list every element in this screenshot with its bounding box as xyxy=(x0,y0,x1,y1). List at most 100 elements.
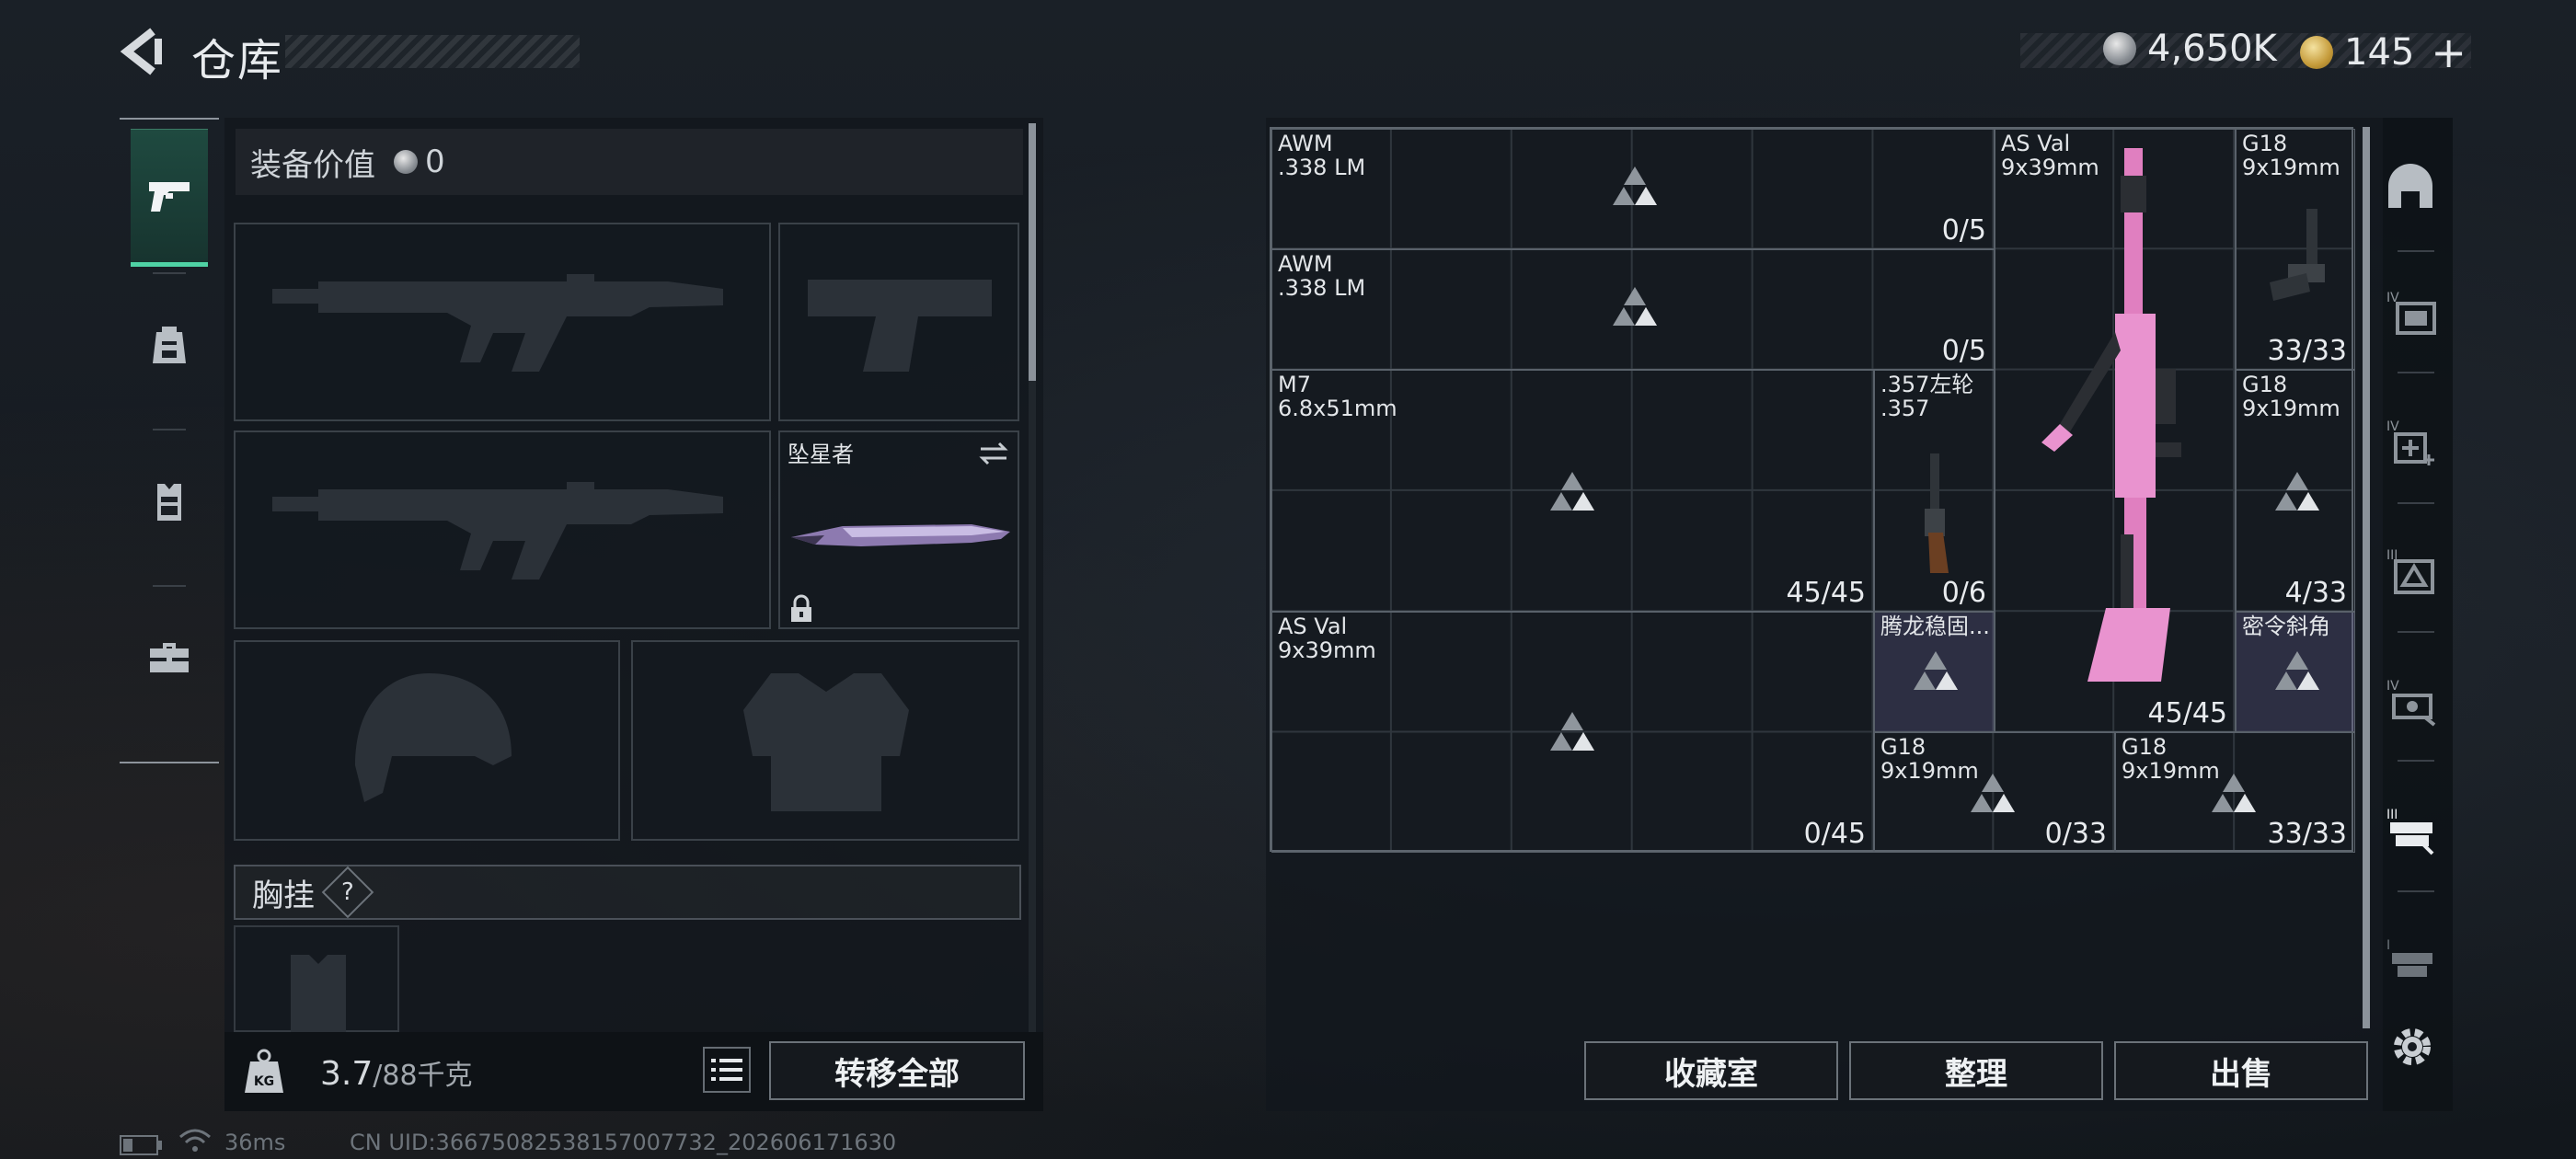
swap-icon[interactable] xyxy=(977,440,1010,467)
tab-toolbox[interactable] xyxy=(131,589,208,727)
equipment-value-label: 装备价值 xyxy=(250,146,375,184)
helmet-silhouette-icon xyxy=(355,673,512,802)
item-count: 33/33 xyxy=(2267,818,2347,850)
storage-item[interactable]: G18 9x19mm 33/33 xyxy=(2115,732,2355,853)
storage-item[interactable]: 密令斜角 xyxy=(2236,612,2355,732)
storage-tab-4-icon[interactable]: IV xyxy=(2385,285,2440,340)
pistol-icon xyxy=(149,182,190,212)
item-name: .357左轮 .357 xyxy=(1880,372,1974,421)
rifle-silhouette-icon xyxy=(272,274,723,372)
item-name: M7 6.8x51mm xyxy=(1278,372,1397,421)
ammo-triangle-icon xyxy=(1550,712,1594,751)
wifi-icon xyxy=(179,1129,211,1152)
knife-image xyxy=(791,524,1010,546)
chest-rig-icon xyxy=(157,484,181,521)
storage-item[interactable]: G18 9x19mm 0/33 xyxy=(1874,732,2115,853)
storage-item[interactable]: 腾龙稳固... xyxy=(1874,612,1995,732)
list-icon xyxy=(711,1059,742,1081)
storage-scrollbar[interactable] xyxy=(2363,127,2370,1028)
add-gold-button[interactable]: + xyxy=(2431,28,2467,77)
item-name: AS Val 9x39mm xyxy=(1278,614,1376,663)
pink-rifle-image xyxy=(2041,148,2181,682)
toolbox-icon xyxy=(150,643,189,672)
storage-item[interactable]: AWM .338 LM 0/5 xyxy=(1271,129,1995,249)
item-count: 45/45 xyxy=(1786,577,1866,609)
item-name: AWM .338 LM xyxy=(1278,131,1366,180)
item-count: 0/45 xyxy=(1803,818,1866,850)
storage-item[interactable]: M7 6.8x51mm 45/45 xyxy=(1271,370,1874,612)
item-name: G18 9x19mm xyxy=(2242,372,2340,421)
equipment-value-bar: 装备价值 0 xyxy=(236,129,1023,195)
silver-coin-icon xyxy=(2103,32,2136,65)
storage-tab-1-icon[interactable]: I xyxy=(2385,933,2440,988)
svg-text:III: III xyxy=(2386,808,2398,822)
back-arrow-icon[interactable] xyxy=(118,26,167,77)
body-armor-slot[interactable] xyxy=(631,640,1019,841)
lock-icon xyxy=(791,594,811,622)
item-name: AWM .338 LM xyxy=(1278,251,1366,301)
weight-readout: 3.7/88千克 xyxy=(320,1052,473,1093)
ammo-triangle-icon xyxy=(1613,287,1657,326)
svg-text:IV: IV xyxy=(2386,679,2399,694)
medical-storage-icon[interactable]: IV xyxy=(2385,414,2440,469)
ammo-triangle-icon xyxy=(1914,651,1958,690)
pistol-silhouette-icon xyxy=(808,280,992,372)
item-name: G18 9x19mm xyxy=(2242,131,2340,180)
svg-text:IV: IV xyxy=(2386,419,2399,434)
melee-slot[interactable]: 坠星者 xyxy=(778,430,1019,629)
silver-amount: 4,650K xyxy=(2147,28,2277,70)
item-count: 0/5 xyxy=(1941,214,1986,247)
equipment-value: 0 xyxy=(425,143,445,180)
user-uid: CN UID:36675082538157007732_202606171630 xyxy=(350,1130,897,1155)
sort-button[interactable]: 整理 xyxy=(1849,1041,2103,1100)
help-button[interactable]: ? xyxy=(321,866,374,919)
transfer-all-button[interactable]: 转移全部 xyxy=(769,1041,1025,1100)
svg-text:KG: KG xyxy=(254,1074,274,1089)
item-name: 腾龙稳固... xyxy=(1880,614,1990,639)
item-count: 0/5 xyxy=(1941,335,1986,367)
collection-room-button[interactable]: 收藏室 xyxy=(1584,1041,1838,1100)
primary-weapon-slot[interactable] xyxy=(234,223,771,421)
chest-rig-header: 胸挂 ? xyxy=(234,865,1021,920)
gold-currency: 145 + xyxy=(2300,28,2467,77)
pistol-image xyxy=(2270,209,2325,301)
item-count: 45/45 xyxy=(2147,697,2227,729)
helmet-slot[interactable] xyxy=(234,640,620,841)
title-decoration xyxy=(285,35,580,68)
gold-coin-icon xyxy=(2300,36,2333,69)
chest-rig-slot[interactable] xyxy=(234,925,399,1034)
rifle-silhouette-icon xyxy=(272,482,723,580)
storage-item[interactable]: G18 9x19mm 4/33 xyxy=(2236,370,2355,612)
storage-home-icon[interactable] xyxy=(2383,160,2438,215)
chest-rig-silhouette-icon xyxy=(291,955,346,1034)
weapon-storage-icon[interactable]: III xyxy=(2385,802,2440,857)
weight-icon: KG xyxy=(245,1049,283,1093)
item-count: 4/33 xyxy=(2284,577,2347,609)
tab-backpack[interactable] xyxy=(131,276,208,414)
list-view-button[interactable] xyxy=(703,1047,751,1093)
item-count: 0/6 xyxy=(1941,577,1986,609)
storage-item[interactable]: AWM .338 LM 0/5 xyxy=(1271,249,1995,370)
armor-silhouette-icon xyxy=(743,673,909,811)
storage-tab-4b-icon[interactable]: IV xyxy=(2385,673,2440,729)
svg-text:I: I xyxy=(2386,938,2390,953)
secondary-weapon-slot[interactable] xyxy=(234,430,771,629)
sell-button[interactable]: 出售 xyxy=(2114,1041,2368,1100)
equipment-scroll-thumb[interactable] xyxy=(1029,123,1036,381)
storage-item[interactable]: .357左轮 .357 0/6 xyxy=(1874,370,1995,612)
tab-chest-rig[interactable] xyxy=(131,432,208,570)
help-icon: ? xyxy=(341,878,354,906)
storage-tab-3-icon[interactable]: III xyxy=(2385,543,2440,598)
gold-amount: 145 xyxy=(2344,31,2415,74)
weight-current: 3.7 xyxy=(320,1055,374,1093)
sidearm-slot[interactable] xyxy=(778,223,1019,421)
storage-item[interactable]: G18 9x19mm 33/33 xyxy=(2236,129,2355,370)
settings-icon[interactable] xyxy=(2388,1023,2436,1071)
ammo-triangle-icon xyxy=(2275,472,2319,511)
tab-weapons[interactable] xyxy=(131,129,208,267)
storage-item[interactable]: AS Val 9x39mm 45/45 xyxy=(1995,129,2236,732)
item-name: 密令斜角 xyxy=(2242,614,2330,639)
item-name: G18 9x19mm xyxy=(2122,734,2220,784)
silver-coin-icon xyxy=(394,150,418,174)
storage-item[interactable]: AS Val 9x39mm 0/45 xyxy=(1271,612,1874,853)
